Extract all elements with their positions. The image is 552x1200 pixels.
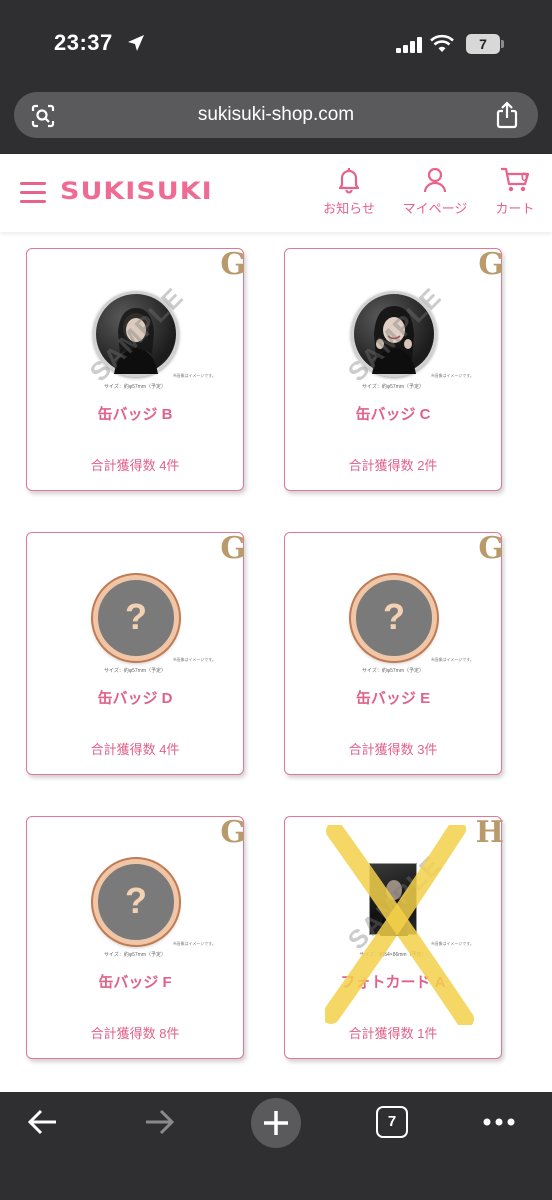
notifications-label: お知らせ <box>323 201 375 216</box>
question-mark-icon: ? <box>125 596 147 637</box>
new-tab-button[interactable] <box>251 1098 301 1148</box>
address-bar[interactable]: sukisuki-shop.com <box>14 92 538 138</box>
prize-card[interactable]: H SAMPLE ※画像はイメージです。 サイズ：約54×86mm（予定） フォ… <box>284 815 504 1059</box>
size-text: サイズ：約φ57mm（予定） <box>362 384 424 390</box>
badge-unknown-image: ? <box>351 575 437 661</box>
cart-button[interactable]: 0 カート <box>490 166 540 217</box>
prize-count: 合計獲得数 4件 <box>90 742 180 757</box>
prize-rank-letter: H <box>475 815 504 850</box>
site-header: SUKISUKI お知らせ マイページ 0 カート <box>0 154 552 232</box>
prize-card[interactable]: G SAMPLE ※画像はイメージです。 サイズ：約φ57mm（予定） 缶バッジ… <box>26 247 246 491</box>
cross-out-mark-icon <box>325 825 474 1025</box>
site-logo[interactable]: SUKISUKI <box>60 178 213 206</box>
browser-url-area: sukisuki-shop.com <box>0 90 552 154</box>
prize-rank-letter: G <box>478 531 504 566</box>
prize-name: 缶バッジ C <box>355 406 431 423</box>
plus-icon <box>264 1111 288 1135</box>
badge-unknown-image: ? <box>93 575 179 661</box>
status-bar: 23:37 7 <box>0 0 552 90</box>
prize-card[interactable]: G SAMPLE ※画像はイメージです。 サイズ：約φ57mm（予定） 缶バッジ… <box>284 247 504 491</box>
wifi-icon <box>430 34 454 52</box>
hamburger-menu-icon[interactable] <box>20 182 46 204</box>
bell-icon <box>338 168 360 194</box>
cart-count-badge: 0 <box>521 170 528 184</box>
prize-rank-letter: G <box>220 247 246 282</box>
battery-level: 7 <box>466 34 500 54</box>
mypage-label: マイページ <box>402 201 468 216</box>
size-text: サイズ：約φ57mm（予定） <box>362 668 424 674</box>
prize-count: 合計獲得数 1件 <box>348 1026 438 1041</box>
mypage-button[interactable]: マイページ <box>398 166 472 217</box>
notifications-button[interactable]: お知らせ <box>320 166 378 217</box>
prize-card[interactable]: G ? ※画像はイメージです。 サイズ：約φ57mm（予定） 缶バッジ D 合計… <box>26 531 246 775</box>
browser-toolbar: 7 <box>0 1092 552 1200</box>
tab-switcher-button[interactable]: 7 <box>376 1106 408 1138</box>
back-arrow-icon[interactable] <box>26 1106 60 1138</box>
prize-rank-letter: G <box>220 531 246 566</box>
prize-count: 合計獲得数 3件 <box>348 742 438 757</box>
prize-rank-letter: G <box>478 247 504 282</box>
prize-grid: G SAMPLE ※画像はイメージです。 サイズ：約φ57mm（予定） 缶バッジ… <box>0 232 552 1092</box>
size-text: サイズ：約φ57mm（予定） <box>104 384 166 390</box>
size-text: サイズ：約φ57mm（予定） <box>104 952 166 958</box>
prize-count: 合計獲得数 8件 <box>90 1026 180 1041</box>
prize-name: 缶バッジ F <box>98 974 172 991</box>
cart-label: カート <box>495 201 535 216</box>
forward-arrow-icon[interactable] <box>142 1106 176 1138</box>
share-icon[interactable] <box>494 101 520 129</box>
more-options-icon[interactable] <box>482 1116 516 1128</box>
prize-name: 缶バッジ E <box>355 690 431 707</box>
prize-name: 缶バッジ B <box>97 406 173 423</box>
prize-card[interactable]: G ? ※画像はイメージです。 サイズ：約φ57mm（予定） 缶バッジ E 合計… <box>284 531 504 775</box>
battery-icon: 7 <box>466 34 506 54</box>
prize-name: 缶バッジ D <box>97 690 173 707</box>
prize-count: 合計獲得数 2件 <box>348 458 438 473</box>
image-note: ※画像はイメージです。 <box>431 657 474 662</box>
image-note: ※画像はイメージです。 <box>173 657 216 662</box>
user-icon <box>423 167 447 193</box>
status-time: 23:37 <box>54 30 113 55</box>
signal-icon <box>396 37 422 53</box>
question-mark-icon: ? <box>383 596 405 637</box>
url-text: sukisuki-shop.com <box>197 104 355 125</box>
image-note: ※画像はイメージです。 <box>431 373 474 378</box>
image-note: ※画像はイメージです。 <box>173 373 216 378</box>
prize-rank-letter: G <box>220 815 246 850</box>
image-note: ※画像はイメージです。 <box>173 941 216 946</box>
badge-unknown-image: ? <box>93 859 179 945</box>
question-mark-icon: ? <box>125 880 147 921</box>
location-arrow-icon <box>128 35 144 51</box>
prize-card[interactable]: G ? ※画像はイメージです。 サイズ：約φ57mm（予定） 缶バッジ F 合計… <box>26 815 246 1059</box>
prize-count: 合計獲得数 4件 <box>90 458 180 473</box>
size-text: サイズ：約φ57mm（予定） <box>104 668 166 674</box>
